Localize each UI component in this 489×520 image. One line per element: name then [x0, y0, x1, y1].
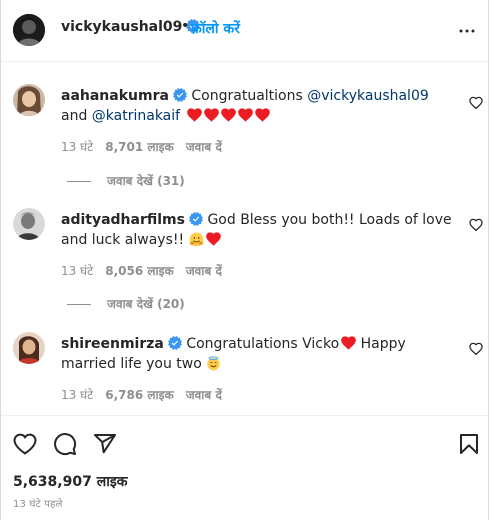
- comment-meta: 13 घंटे 8,056 लाइक जवाब दें: [61, 262, 234, 279]
- reply-button[interactable]: जवाब दें: [186, 388, 222, 402]
- view-replies-button[interactable]: जवाब देखें (20): [67, 295, 185, 312]
- comment-likes[interactable]: 6,786 लाइक: [105, 388, 174, 402]
- comment-icon[interactable]: [53, 432, 77, 456]
- post-action-bar: [1, 415, 488, 475]
- verified-badge-icon: [188, 212, 203, 226]
- heart-outline-icon[interactable]: [13, 432, 37, 456]
- reply-button[interactable]: जवाब दें: [186, 140, 222, 154]
- comment-meta: 13 घंटे 6,786 लाइक जवाब दें: [61, 386, 234, 403]
- post-panel: vickykaushal09 • फ़ॉलो करें aahanakumra …: [0, 0, 489, 520]
- comment-meta: 13 घंटे 8,701 लाइक जवाब दें: [61, 138, 234, 155]
- view-replies-label[interactable]: जवाब देखें (31): [107, 174, 185, 188]
- comment-body: Congratualtions: [191, 88, 308, 104]
- red-heart-emoji: [341, 336, 356, 350]
- red-heart-emoji: [254, 108, 270, 122]
- post-header: vickykaushal09 • फ़ॉलो करें: [1, 0, 488, 62]
- avatar[interactable]: [13, 208, 45, 240]
- comment-text: aahanakumra Congratualtions @vickykausha…: [61, 86, 457, 126]
- reply-button[interactable]: जवाब दें: [186, 264, 222, 278]
- comment-time: 13 घंटे: [61, 140, 94, 154]
- view-replies-label[interactable]: जवाब देखें (20): [107, 297, 185, 311]
- red-heart-emoji: [186, 108, 202, 122]
- comment-username[interactable]: shireenmirza: [61, 336, 164, 352]
- post-author-name[interactable]: vickykaushal09: [61, 19, 182, 35]
- avatar[interactable]: [13, 14, 45, 46]
- bookmark-icon[interactable]: [457, 432, 481, 456]
- avatar[interactable]: [13, 84, 45, 116]
- comment-like-icon[interactable]: [469, 96, 483, 110]
- verified-badge-icon: [172, 88, 187, 102]
- red-heart-emoji: [205, 232, 221, 246]
- verified-badge-icon: [167, 336, 182, 350]
- red-heart-emoji: [220, 108, 236, 122]
- avatar[interactable]: [13, 332, 45, 364]
- comment-like-icon[interactable]: [469, 218, 483, 232]
- divider: [67, 181, 91, 182]
- comment-text: shireenmirza Congratulations Vicko Happy…: [61, 334, 457, 374]
- comment-body: Congratulations Vicko: [186, 336, 340, 352]
- header-separator: •: [181, 18, 190, 34]
- red-heart-emoji: [203, 108, 219, 122]
- post-timestamp[interactable]: 13 घंटे पहले: [13, 496, 63, 510]
- comment-username[interactable]: adityadharfilms: [61, 212, 185, 228]
- more-options-icon[interactable]: [457, 22, 477, 40]
- comment-likes[interactable]: 8,056 लाइक: [105, 264, 174, 278]
- comment-text: adityadharfilms God Bless you both!! Loa…: [61, 210, 457, 250]
- mention-link[interactable]: @katrinakaif: [92, 108, 180, 124]
- comment-like-icon[interactable]: [469, 342, 483, 356]
- hugging-face-emoji: [189, 232, 203, 247]
- comment-likes[interactable]: 8,701 लाइक: [105, 140, 174, 154]
- view-replies-button[interactable]: जवाब देखें (31): [67, 172, 185, 189]
- comment-time: 13 घंटे: [61, 264, 94, 278]
- post-likes-count[interactable]: 5,638,907 लाइक: [13, 472, 127, 491]
- divider: [67, 304, 91, 305]
- mention-link[interactable]: @vickykaushal09: [307, 88, 429, 104]
- comment-body: and: [61, 108, 92, 124]
- post-author-username[interactable]: vickykaushal09: [61, 19, 201, 35]
- smiling-face-with-halo-emoji: [207, 356, 220, 371]
- red-heart-emoji: [237, 108, 253, 122]
- follow-button[interactable]: फ़ॉलो करें: [191, 19, 240, 38]
- comment-time: 13 घंटे: [61, 388, 94, 402]
- share-icon[interactable]: [93, 432, 117, 456]
- comment-username[interactable]: aahanakumra: [61, 88, 169, 104]
